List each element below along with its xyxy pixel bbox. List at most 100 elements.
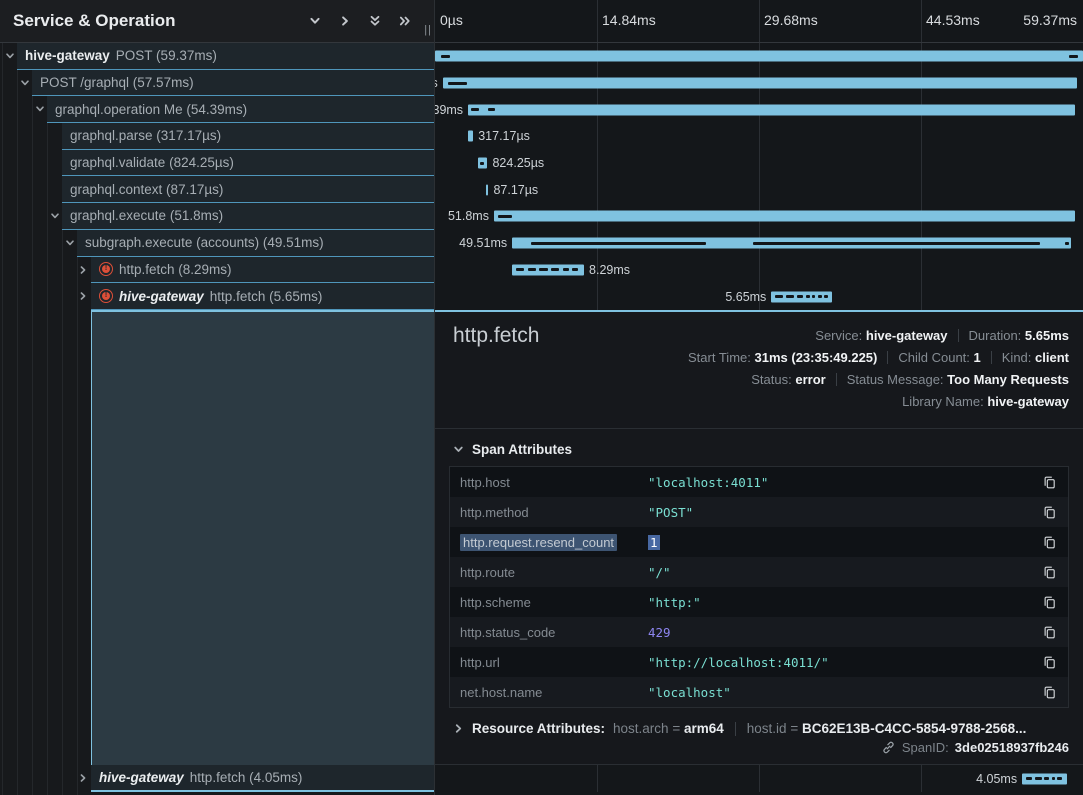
chevron-down-icon[interactable]	[34, 103, 46, 115]
duration-label: 8.29ms	[584, 263, 635, 277]
operation-label: subgraph.execute (accounts) (49.51ms)	[85, 235, 324, 250]
status-label: Status:	[751, 372, 791, 387]
collapse-one-chevron-down-icon[interactable]	[308, 14, 322, 28]
tree-row[interactable]: graphql.parse (317.17µs)	[0, 123, 434, 150]
timeline-row[interactable]: 51.8ms	[435, 203, 1083, 230]
timeline-row[interactable]: 317.17µs	[435, 123, 1083, 150]
tree-row[interactable]: graphql.operation Me (54.39ms)	[0, 96, 434, 123]
tree-row-selected[interactable]: ! hive-gateway http.fetch (5.65ms)	[0, 283, 434, 310]
status-message-value: Too Many Requests	[947, 372, 1069, 387]
start-time-value: 31ms (23:35:49.225)	[755, 350, 878, 365]
operation-label: graphql.validate (824.25µs)	[70, 155, 234, 170]
tree-row[interactable]: POST /graphql (57.57ms)	[0, 70, 434, 97]
expand-all-double-chevron-right-icon[interactable]	[398, 14, 412, 28]
attribute-key: http.url	[460, 655, 648, 670]
attribute-row[interactable]: http.status_code 429	[450, 617, 1068, 647]
span-bar[interactable]	[443, 78, 1077, 89]
timeline-rows: 59.37ms 57.57ms 54.39ms 317.17µs 824.25µ…	[435, 43, 1083, 310]
operation-label: graphql.parse (317.17µs)	[70, 128, 221, 143]
service-label: Service:	[815, 328, 862, 343]
span-bar[interactable]	[435, 51, 1083, 62]
collapse-all-double-chevron-down-icon[interactable]	[368, 14, 382, 28]
service-value: hive-gateway	[866, 328, 948, 343]
copy-icon[interactable]	[1041, 505, 1058, 520]
duration-label: 824.25µs	[487, 156, 549, 170]
copy-icon[interactable]	[1041, 535, 1058, 550]
attribute-value: "localhost:4011"	[648, 475, 1041, 490]
operation-label: POST /graphql (57.57ms)	[40, 75, 194, 90]
timeline-row[interactable]: 49.51ms	[435, 230, 1083, 257]
resource-attribute: host.arch = arm64	[613, 721, 724, 736]
timeline-row-selected[interactable]: 5.65ms	[435, 283, 1083, 310]
tree-row[interactable]: hive-gateway http.fetch (4.05ms)	[0, 765, 434, 792]
timeline-row[interactable]: 8.29ms	[435, 257, 1083, 284]
copy-icon[interactable]	[1041, 655, 1058, 670]
timeline-row[interactable]: 824.25µs	[435, 150, 1083, 177]
attribute-value: "/"	[648, 565, 1041, 580]
panel-resize-handle[interactable]: ||	[424, 24, 432, 36]
duration-label: 317.17µs	[473, 129, 535, 143]
timeline-row[interactable]: 54.39ms	[435, 96, 1083, 123]
trace-viewer: Service & Operation || hive-gatewayPOST …	[0, 0, 1083, 795]
attribute-row[interactable]: http.method "POST"	[450, 497, 1068, 527]
link-icon[interactable]	[881, 740, 896, 755]
attribute-value: "http://localhost:4011/"	[648, 655, 1041, 670]
chevron-right-icon[interactable]	[77, 290, 89, 302]
attribute-key: http.request.resend_count	[460, 535, 648, 550]
attribute-key: http.host	[460, 475, 648, 490]
error-status-icon: !	[99, 262, 113, 276]
timeline-row[interactable]: 57.57ms	[435, 70, 1083, 97]
service-name: hive-gateway	[119, 289, 204, 304]
axis-tick: 44.53ms	[926, 12, 980, 28]
copy-icon[interactable]	[1041, 565, 1058, 580]
copy-icon[interactable]	[1041, 625, 1058, 640]
tree-row[interactable]: ! http.fetch (8.29ms)	[0, 257, 434, 284]
copy-icon[interactable]	[1041, 685, 1058, 700]
expand-one-chevron-right-icon[interactable]	[338, 14, 352, 28]
chevron-down-icon[interactable]	[4, 50, 16, 62]
tree-row[interactable]: graphql.validate (824.25µs)	[0, 150, 434, 177]
duration-label: 87.17µs	[488, 183, 543, 197]
resource-attributes-title[interactable]: Resource Attributes:	[472, 721, 605, 736]
tree-row[interactable]: hive-gatewayPOST (59.37ms)	[0, 43, 434, 70]
chevron-down-icon[interactable]	[19, 77, 31, 89]
duration-label: 57.57ms	[435, 76, 443, 90]
tree-row[interactable]: graphql.execute (51.8ms)	[0, 203, 434, 230]
chevron-right-icon[interactable]	[77, 264, 89, 276]
child-count-value: 1	[974, 350, 981, 365]
axis-tick: 14.84ms	[602, 12, 656, 28]
selected-span-expansion-area	[91, 310, 434, 765]
copy-icon[interactable]	[1041, 475, 1058, 490]
chevron-down-icon[interactable]	[64, 237, 76, 249]
span-bar[interactable]	[494, 211, 1075, 222]
attribute-row-selected[interactable]: http.request.resend_count 1	[450, 527, 1068, 557]
duration-label: 4.05ms	[971, 772, 1022, 786]
axis-tick: 0µs	[440, 12, 463, 28]
timeline-row[interactable]: 87.17µs	[435, 176, 1083, 203]
attribute-row[interactable]: http.scheme "http:"	[450, 587, 1068, 617]
timeline-axis: 0µs 14.84ms 29.68ms 44.53ms 59.37ms	[435, 0, 1083, 43]
tree-row[interactable]: subgraph.execute (accounts) (49.51ms)	[0, 230, 434, 257]
attribute-value: 1	[648, 535, 1041, 550]
timeline-row[interactable]: 4.05ms	[435, 765, 1083, 792]
timeline-row[interactable]: 59.37ms	[435, 43, 1083, 70]
tree-row[interactable]: graphql.context (87.17µs)	[0, 176, 434, 203]
attribute-row[interactable]: http.url "http://localhost:4011/"	[450, 647, 1068, 677]
attribute-row[interactable]: net.host.name "localhost"	[450, 677, 1068, 707]
chevron-right-icon[interactable]	[77, 772, 89, 784]
span-attributes-toggle[interactable]: Span Attributes	[435, 429, 1083, 466]
span-bar[interactable]	[468, 104, 1075, 115]
status-message-label: Status Message:	[847, 372, 944, 387]
chevron-down-icon[interactable]	[49, 210, 61, 222]
chevron-right-icon[interactable]	[453, 723, 464, 734]
attribute-row[interactable]: http.host "localhost:4011"	[450, 467, 1068, 497]
status-value: error	[795, 372, 825, 387]
operation-label: graphql.execute (51.8ms)	[70, 208, 223, 223]
attribute-row[interactable]: http.route "/"	[450, 557, 1068, 587]
tree-header-toolbar	[308, 14, 412, 28]
span-title: http.fetch	[453, 324, 539, 348]
axis-tick: 59.37ms	[1023, 12, 1077, 28]
copy-icon[interactable]	[1041, 595, 1058, 610]
duration-label: Duration:	[969, 328, 1022, 343]
duration-label: 51.8ms	[443, 209, 494, 223]
